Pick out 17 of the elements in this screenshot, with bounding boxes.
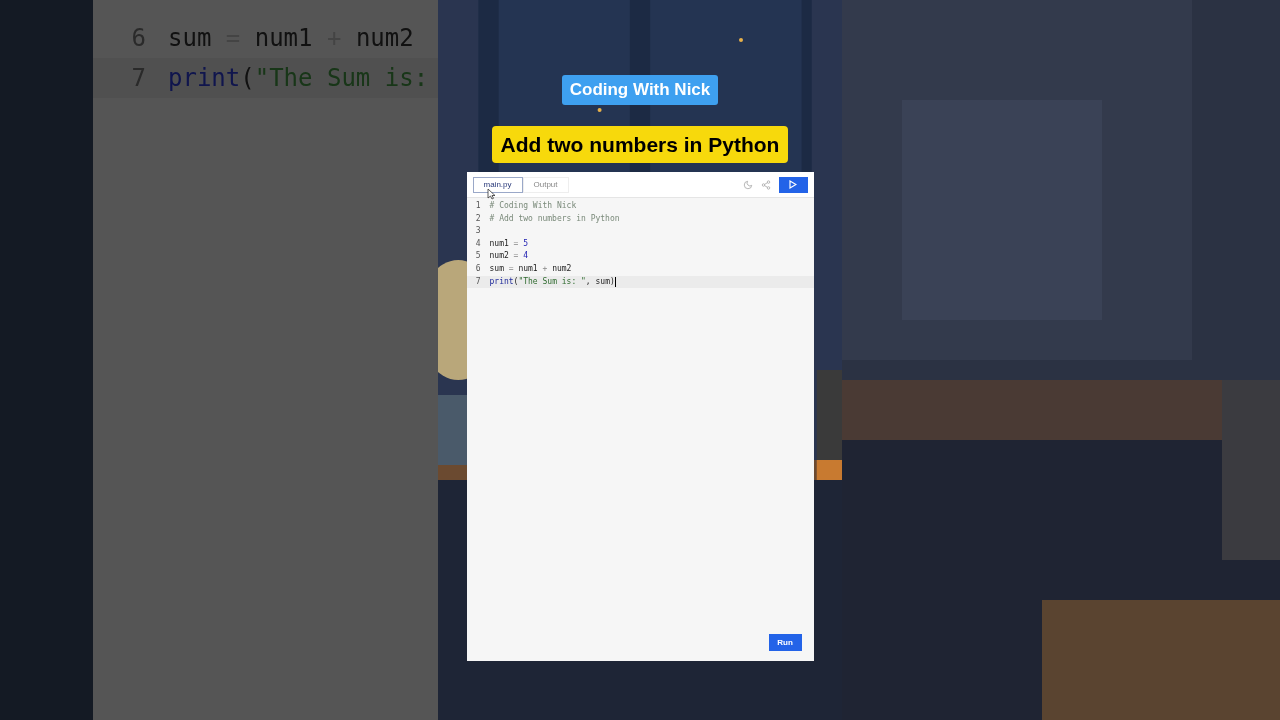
code-line: 2 # Add two numbers in Python: [474, 212, 621, 225]
video-title: Add two numbers in Python: [491, 125, 789, 163]
code-line: 6 sum = num1 + num2: [474, 262, 573, 275]
moon-icon[interactable]: [742, 179, 753, 190]
code-line: 1 # Coding With Nick: [474, 200, 578, 212]
editor-tab[interactable]: main.py: [472, 176, 523, 193]
editor-tab[interactable]: Output: [522, 176, 569, 193]
run-button[interactable]: Run: [768, 634, 802, 651]
code-line: 5 num2 = 4: [474, 250, 530, 263]
code-line: sum = num1 + num2: [168, 23, 414, 54]
code-line: 3: [474, 225, 482, 238]
channel-badge: Coding With Nick: [561, 75, 719, 105]
play-icon: [789, 180, 797, 189]
code-line: print("The Sum is:: [168, 63, 429, 94]
share-icon[interactable]: [760, 179, 771, 190]
code-line: 4 num1 = 5: [474, 237, 530, 250]
play-button[interactable]: [778, 176, 808, 193]
